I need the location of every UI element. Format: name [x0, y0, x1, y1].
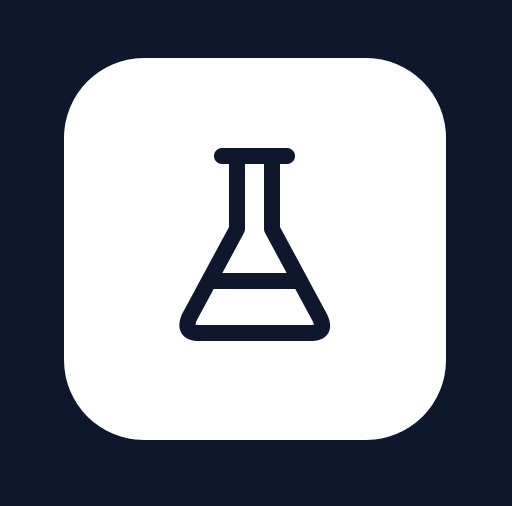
flask-body [179, 150, 331, 341]
flask-icon [179, 148, 331, 341]
